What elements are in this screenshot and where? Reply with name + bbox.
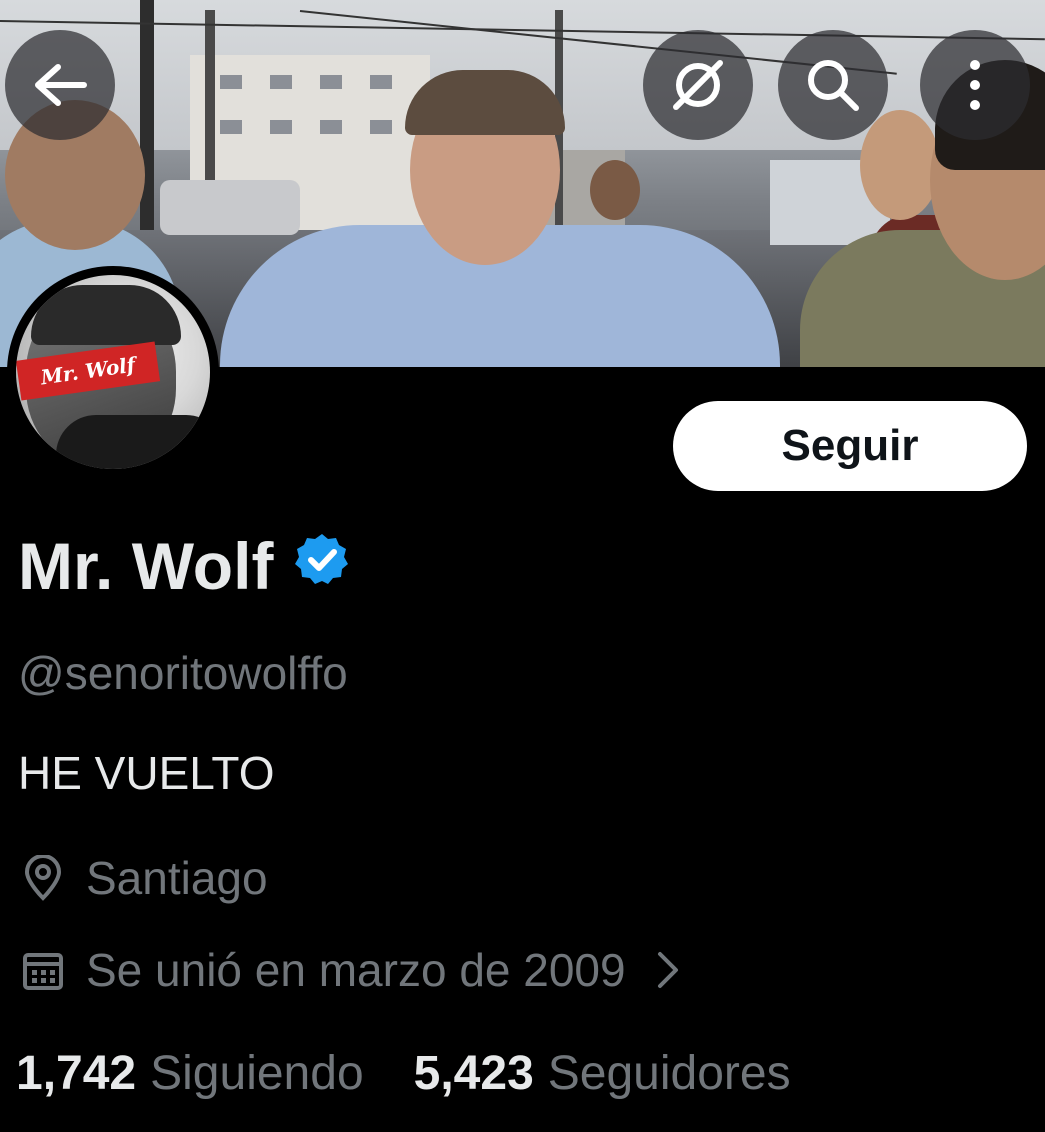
grok-button[interactable] [643, 30, 753, 140]
search-button[interactable] [778, 30, 888, 140]
chevron-right-icon [656, 950, 680, 990]
arrow-left-icon [32, 61, 88, 109]
followers-label: Seguidores [547, 1047, 791, 1100]
more-button[interactable] [920, 30, 1030, 140]
grok-icon [668, 55, 728, 115]
profile-stats: 1,742 Siguiendo 5,423 Seguidores [16, 1046, 791, 1101]
profile-join-date[interactable]: Se unió en marzo de 2009 [20, 943, 680, 997]
following-count: 1,742 [16, 1047, 137, 1100]
following-label: Siguiendo [150, 1047, 364, 1100]
profile-bio: HE VUELTO [18, 747, 275, 799]
profile-avatar[interactable]: Mr. Wolf [7, 266, 219, 478]
verified-badge-icon[interactable] [293, 528, 351, 604]
location-text: Santiago [86, 852, 268, 904]
followers-count: 5,423 [413, 1047, 534, 1100]
more-vertical-icon [965, 57, 985, 113]
profile-location: Santiago [20, 851, 268, 905]
location-pin-icon [20, 855, 66, 901]
follow-button[interactable]: Seguir [673, 401, 1027, 491]
join-date-text: Se unió en marzo de 2009 [86, 944, 626, 996]
followers-link[interactable]: 5,423 Seguidores [414, 1046, 791, 1101]
following-link[interactable]: 1,742 Siguiendo [16, 1046, 364, 1101]
calendar-icon [20, 947, 66, 993]
back-button[interactable] [5, 30, 115, 140]
search-icon [804, 56, 862, 114]
display-name-text: Mr. Wolf [18, 529, 274, 603]
display-name: Mr. Wolf [18, 528, 351, 604]
profile-handle: @senoritowolffo [18, 647, 348, 699]
profile-page: Mr. Wolf Seguir Mr. Wolf @senoritowolffo… [0, 0, 1045, 1132]
